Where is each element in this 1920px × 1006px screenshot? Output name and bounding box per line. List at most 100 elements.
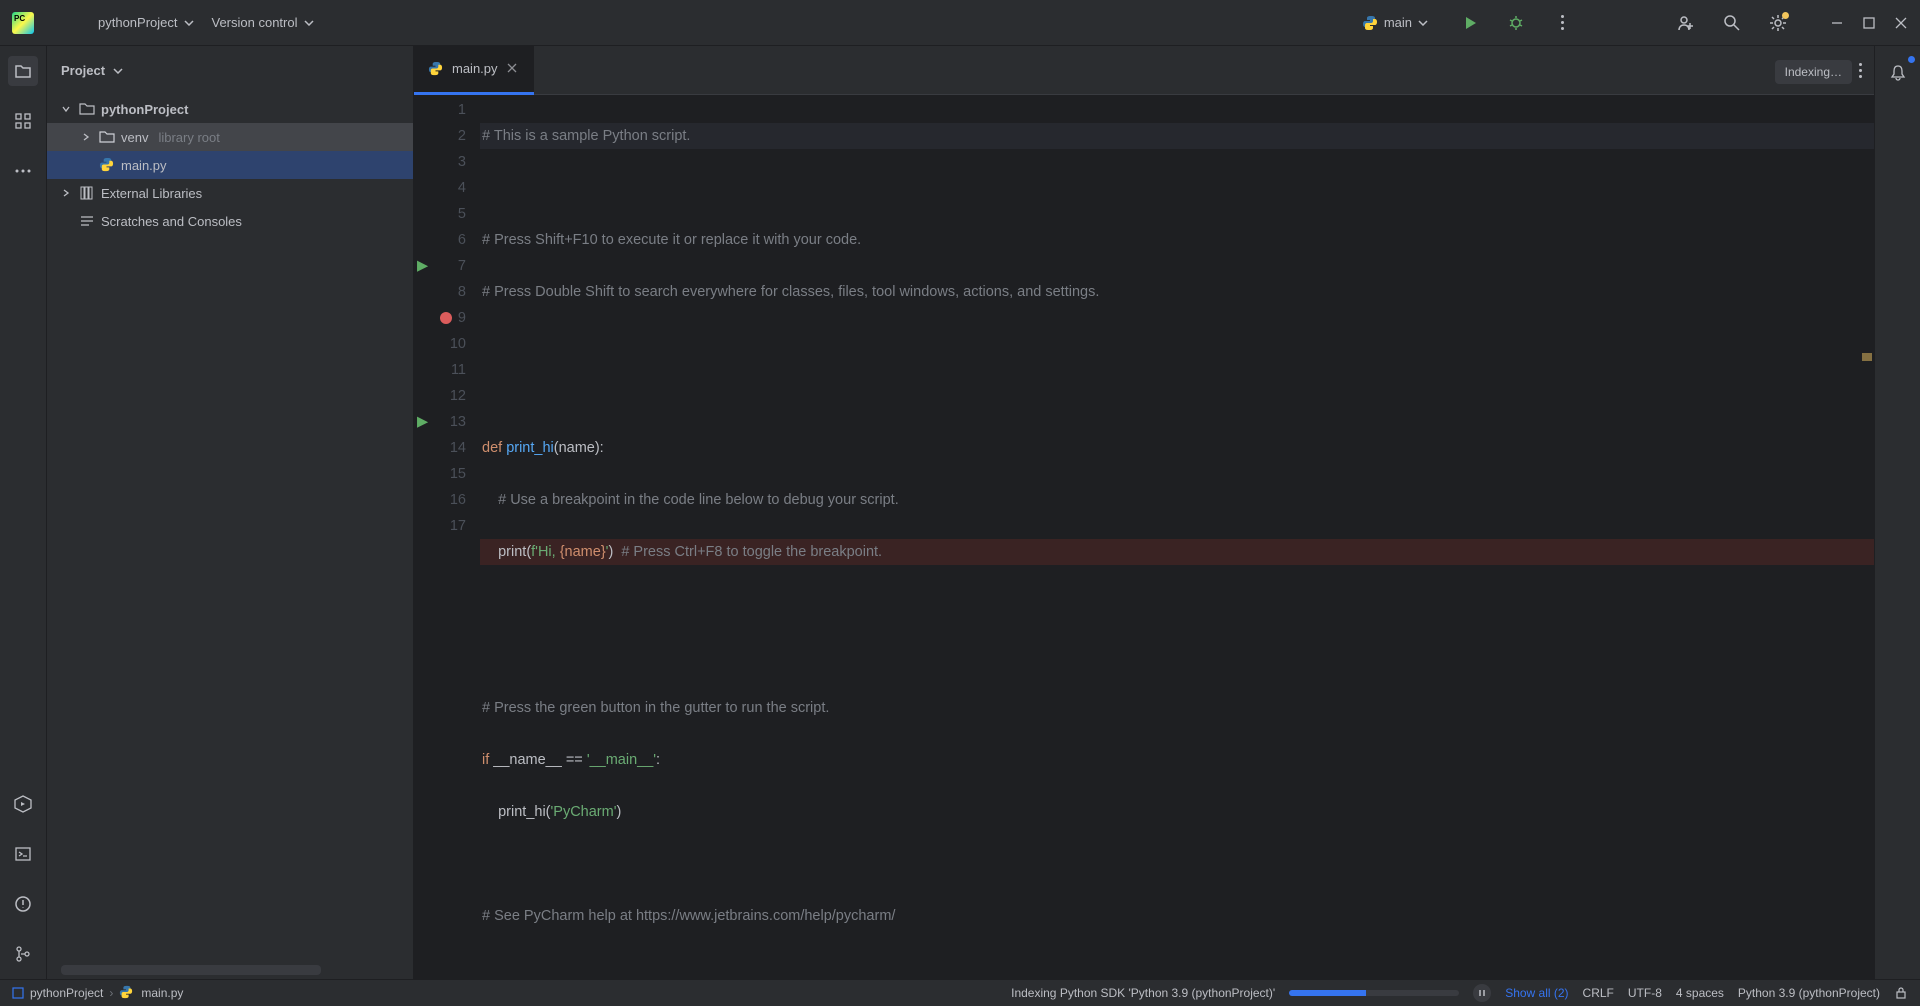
line-number: 4 bbox=[458, 175, 466, 201]
minimize-button[interactable] bbox=[1830, 16, 1844, 30]
indent-label[interactable]: 4 spaces bbox=[1676, 986, 1724, 1000]
tree-venv-node[interactable]: venv library root bbox=[47, 123, 413, 151]
tree-scratches-node[interactable]: Scratches and Consoles bbox=[47, 207, 413, 235]
more-actions-button[interactable] bbox=[1548, 9, 1576, 37]
status-bar: pythonProject › main.py Indexing Python … bbox=[0, 979, 1920, 1006]
readonly-lock-icon[interactable] bbox=[1894, 986, 1908, 1000]
line-number: 14 bbox=[450, 435, 466, 461]
problems-tool-button[interactable] bbox=[8, 889, 38, 919]
tree-main-file-node[interactable]: main.py bbox=[47, 151, 413, 179]
left-tool-rail bbox=[0, 46, 47, 979]
python-icon bbox=[428, 61, 444, 77]
library-root-hint: library root bbox=[158, 130, 219, 145]
code-content[interactable]: # This is a sample Python script. # Pres… bbox=[476, 95, 1874, 979]
editor-marker-bar[interactable] bbox=[1858, 95, 1872, 979]
interpreter-label[interactable]: Python 3.9 (pythonProject) bbox=[1738, 986, 1880, 1000]
project-tool-button[interactable] bbox=[8, 56, 38, 86]
code-text: print( bbox=[482, 544, 531, 560]
tree-node-label: Scratches and Consoles bbox=[101, 214, 242, 229]
tree-node-label: venv bbox=[121, 130, 148, 145]
code-with-me-button[interactable] bbox=[1672, 9, 1700, 37]
editor-area: main.py 1 2 3 4 5 6 ▶7 8 9 10 bbox=[414, 46, 1874, 979]
line-number: 10 bbox=[450, 331, 466, 357]
code-text: if bbox=[482, 752, 493, 768]
right-tool-rail bbox=[1874, 46, 1920, 979]
project-selector[interactable]: pythonProject bbox=[98, 15, 194, 30]
code-text: ) bbox=[616, 804, 621, 820]
navigation-breadcrumb[interactable]: pythonProject › main.py bbox=[12, 985, 183, 1001]
warning-marker[interactable] bbox=[1862, 357, 1872, 361]
pause-indexing-button[interactable] bbox=[1473, 984, 1491, 1002]
tab-close-button[interactable] bbox=[506, 62, 520, 76]
line-number: 7 bbox=[458, 253, 466, 279]
project-panel-title: Project bbox=[61, 63, 105, 78]
tree-external-libraries-node[interactable]: External Libraries bbox=[47, 179, 413, 207]
line-number: 3 bbox=[458, 149, 466, 175]
tree-root-node[interactable]: pythonProject bbox=[47, 95, 413, 123]
tree-node-label: External Libraries bbox=[101, 186, 202, 201]
code-text: # See PyCharm help at https://www.jetbra… bbox=[482, 908, 895, 924]
scratches-icon bbox=[79, 213, 95, 229]
line-number: 8 bbox=[458, 279, 466, 305]
chevron-down-icon bbox=[113, 68, 123, 74]
more-tools-button[interactable] bbox=[8, 156, 38, 186]
line-separator-label[interactable]: CRLF bbox=[1583, 986, 1614, 1000]
breakpoint-icon[interactable] bbox=[440, 312, 452, 324]
line-number: 1 bbox=[458, 97, 466, 123]
encoding-label[interactable]: UTF-8 bbox=[1628, 986, 1662, 1000]
code-text: # Press the green button in the gutter t… bbox=[482, 700, 829, 716]
code-editor[interactable]: 1 2 3 4 5 6 ▶7 8 9 10 11 12 ▶13 14 15 16 bbox=[414, 95, 1874, 979]
line-number: 2 bbox=[458, 123, 466, 149]
tab-label: main.py bbox=[452, 61, 498, 76]
editor-gutter[interactable]: 1 2 3 4 5 6 ▶7 8 9 10 11 12 ▶13 14 15 16 bbox=[414, 95, 476, 979]
notifications-button[interactable] bbox=[1883, 58, 1913, 88]
vcs-tool-button[interactable] bbox=[8, 939, 38, 969]
tree-node-label: main.py bbox=[121, 158, 167, 173]
search-button[interactable] bbox=[1718, 9, 1746, 37]
chevron-down-icon bbox=[184, 20, 194, 26]
settings-button[interactable] bbox=[1764, 9, 1792, 37]
code-text: __name__ bbox=[493, 752, 566, 768]
run-config-label: main bbox=[1384, 15, 1412, 30]
code-text: == bbox=[566, 752, 587, 768]
line-number: 17 bbox=[450, 513, 466, 539]
run-gutter-icon[interactable]: ▶ bbox=[417, 409, 428, 435]
services-tool-button[interactable] bbox=[8, 789, 38, 819]
horizontal-scrollbar[interactable] bbox=[61, 965, 321, 975]
terminal-tool-button[interactable] bbox=[8, 839, 38, 869]
run-config-selector[interactable]: main bbox=[1352, 11, 1438, 35]
chevron-right-icon: › bbox=[109, 986, 113, 1000]
structure-tool-button[interactable] bbox=[8, 106, 38, 136]
line-number: 16 bbox=[450, 487, 466, 513]
crumb-file: main.py bbox=[141, 986, 183, 1000]
vcs-selector[interactable]: Version control bbox=[212, 15, 314, 30]
code-text: : bbox=[656, 752, 660, 768]
line-number: 15 bbox=[450, 461, 466, 487]
code-text: 'PyCharm' bbox=[551, 804, 617, 820]
line-number: 9 bbox=[458, 305, 466, 331]
project-tree: pythonProject venv library root main.py bbox=[47, 95, 413, 965]
indexing-badge: Indexing… bbox=[1775, 60, 1852, 84]
code-text: # Use a breakpoint in the code line belo… bbox=[482, 492, 899, 508]
debug-button[interactable] bbox=[1502, 9, 1530, 37]
show-all-tasks-link[interactable]: Show all (2) bbox=[1505, 986, 1568, 1000]
run-gutter-icon[interactable]: ▶ bbox=[417, 253, 428, 279]
code-text: '__main__' bbox=[587, 752, 656, 768]
module-icon bbox=[12, 987, 24, 999]
vcs-label: Version control bbox=[212, 15, 298, 30]
code-text: {name} bbox=[560, 544, 606, 560]
editor-tab-bar: main.py bbox=[414, 46, 1874, 95]
project-panel-header[interactable]: Project bbox=[47, 46, 413, 95]
run-button[interactable] bbox=[1456, 9, 1484, 37]
close-button[interactable] bbox=[1894, 16, 1908, 30]
maximize-button[interactable] bbox=[1862, 16, 1876, 30]
line-number: 11 bbox=[451, 357, 466, 383]
chevron-right-icon bbox=[61, 188, 73, 198]
project-name-label: pythonProject bbox=[98, 15, 178, 30]
code-text: ) bbox=[608, 544, 621, 560]
project-panel: Project pythonProject venv library root bbox=[47, 46, 414, 979]
app-logo bbox=[12, 12, 34, 34]
editor-tab-main[interactable]: main.py bbox=[414, 46, 534, 95]
main-menu-button[interactable] bbox=[52, 9, 80, 37]
chevron-down-icon bbox=[61, 104, 73, 114]
